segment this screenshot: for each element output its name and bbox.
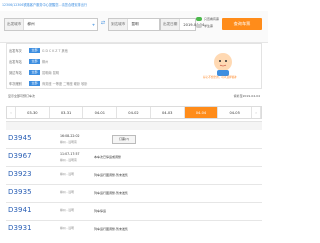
train-stations: 柳州 - 昆明	[60, 172, 74, 176]
train-stations: 柳州 - 昆明南	[60, 158, 77, 162]
from-city-field[interactable]: 出发城市 柳州 ⌖	[4, 18, 98, 31]
date-label: 出发日期	[161, 19, 181, 30]
filter-row-depart-station: 出发车站 全部 柳州	[7, 56, 48, 67]
filter-all-button[interactable]: 全部	[29, 81, 40, 86]
show-all-option[interactable]: 显示全部可预订车次	[8, 94, 35, 98]
next-date-icon[interactable]: ›	[252, 107, 262, 118]
filter-all-button[interactable]: 全部	[29, 59, 40, 64]
table-row: D3923 柳州 - 昆明 列车运行图调整,暂未发售	[6, 167, 262, 185]
filter-row-arrive-station: 到达车站 全部 昆明南 昆明	[7, 67, 59, 78]
filter-panel: 出发车次 全部 G D C K Z T 其他 出发车站 全部 柳州 到达车站 全…	[6, 43, 262, 89]
train-number[interactable]: D3935	[8, 188, 32, 196]
available-only-toggle[interactable]	[196, 17, 202, 21]
to-city-field[interactable]: 到达城市 昆明	[108, 18, 160, 31]
train-number[interactable]: D3941	[8, 206, 32, 214]
filter-all-button[interactable]: 全部	[29, 48, 40, 53]
prev-date-icon[interactable]: ‹	[7, 107, 16, 118]
train-status: 本车次已停运或调整	[94, 155, 122, 159]
from-city-value[interactable]: 柳州	[24, 22, 90, 27]
date-tab[interactable]: 04-03	[151, 107, 185, 118]
filter-options[interactable]: 昆明南 昆明	[42, 70, 59, 75]
mascot-text: 好心不想坐的，可以选择候补	[203, 76, 237, 79]
date-tab[interactable]: 04-01	[83, 107, 118, 118]
train-times: 16:08-22:02	[60, 134, 80, 138]
mascot-illustration	[214, 53, 232, 76]
train-times: 11:07-17:57	[60, 152, 80, 156]
date-tabs: ‹ 03-30 03-31 04-01 04-02 04-03 04-04 04…	[6, 106, 262, 119]
date-tab[interactable]: 04-05	[218, 107, 253, 118]
student-ticket-label: 学生票	[204, 23, 214, 28]
train-stations: 柳州 - 昆明南	[60, 140, 77, 144]
table-row: D3931 柳州 - 昆明 列车运行图调整,暂未发售	[6, 221, 262, 239]
train-stations: 柳州 - 昆明	[60, 208, 74, 212]
filter-label: 车次席别	[9, 82, 22, 86]
filter-all-button[interactable]: 全部	[29, 70, 40, 75]
train-stations: 柳州 - 昆明	[60, 190, 74, 194]
train-number[interactable]: D3945	[8, 134, 32, 142]
book-button[interactable]: 订票(?)	[112, 135, 136, 144]
filter-options[interactable]: 商务座 一等座 二等座 硬卧 软卧	[42, 81, 88, 86]
train-status: 列车运行图调整,暂未发售	[94, 173, 128, 177]
filter-options[interactable]: G D C K Z T 其他	[42, 48, 68, 53]
filter-options[interactable]: 柳州	[42, 59, 48, 64]
train-status: 列车运行图调整,暂未发售	[94, 191, 128, 195]
filter-label: 出发车次	[9, 49, 22, 53]
train-status: 列车停运	[94, 209, 107, 213]
to-city-label: 到达城市	[109, 19, 129, 30]
date-tab-active[interactable]: 04-04	[184, 107, 219, 118]
options-bar: 显示全部可预订车次 候补至2019-04-04	[6, 92, 262, 102]
date-tab[interactable]: 04-02	[117, 107, 151, 118]
train-number[interactable]: D3923	[8, 170, 32, 178]
table-row: D3941 柳州 - 昆明 列车停运	[6, 203, 262, 221]
waitlist-option[interactable]: 候补至2019-04-04	[234, 94, 260, 98]
table-header	[6, 121, 262, 130]
query-button[interactable]: 查询车票	[222, 18, 262, 30]
available-only-label: 只查看有票	[204, 16, 220, 21]
date-tab[interactable]: 03-31	[50, 107, 84, 118]
train-status: 列车运行图调整,暂未发售	[94, 227, 128, 231]
train-number[interactable]: D3931	[8, 224, 32, 232]
filter-row-train: 出发车次 全部 G D C K Z T 其他	[7, 45, 68, 56]
table-row: D3945 16:08-22:02 柳州 - 昆明南 订票(?)	[6, 131, 262, 149]
table-row: D3967 11:07-17:57 柳州 - 昆明南 本车次已停运或调整	[6, 149, 262, 167]
table-row: D3935 柳州 - 昆明 列车运行图调整,暂未发售	[6, 185, 262, 203]
student-ticket-toggle[interactable]	[196, 24, 202, 28]
to-city-value[interactable]: 昆明	[128, 22, 159, 27]
filter-label: 出发车站	[9, 60, 22, 64]
location-icon: ⌖	[92, 22, 95, 27]
swap-icon[interactable]: ⇄	[100, 20, 106, 27]
date-field[interactable]: 出发日期 2019-04-04	[160, 18, 204, 31]
notice-bar: 12306/12306铁路客户服务中心提醒您…请您合理安排出行	[0, 0, 268, 11]
train-stations: 柳州 - 昆明	[60, 226, 74, 230]
date-tab[interactable]: 03-30	[16, 107, 50, 118]
filter-row-seat: 车次席别 全部 商务座 一等座 二等座 硬卧 软卧	[7, 78, 88, 89]
from-city-label: 出发城市	[5, 19, 25, 30]
train-number[interactable]: D3967	[8, 152, 32, 160]
filter-label: 到达车站	[9, 71, 22, 75]
search-bar: 出发城市 柳州 ⌖ ⇄ 到达城市 昆明 出发日期 2019-04-04 只查看有…	[0, 11, 268, 43]
